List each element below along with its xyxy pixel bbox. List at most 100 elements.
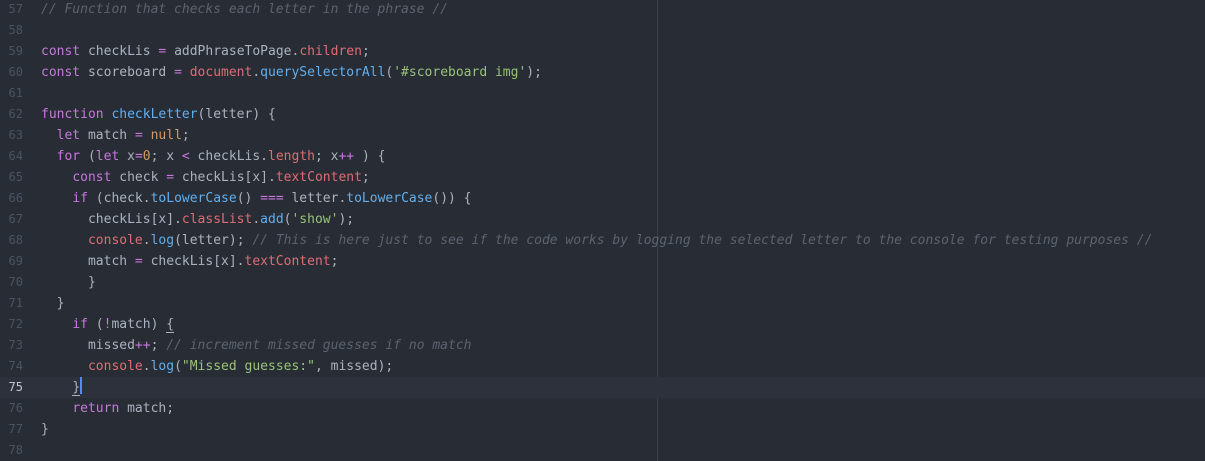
code-token: if xyxy=(72,317,88,332)
code-line[interactable]: 67 checkLis[x].classList.add('show'); xyxy=(0,209,1205,230)
code-token: } xyxy=(41,296,65,311)
code-token: log xyxy=(150,233,175,248)
code-token: 'show' xyxy=(291,212,339,227)
code-line[interactable]: 64 for (let x=0; x < checkLis.length; x+… xyxy=(0,146,1205,167)
line-number: 74 xyxy=(8,359,23,373)
code-token: querySelectorAll xyxy=(260,65,386,80)
code-line[interactable]: 58 xyxy=(0,20,1205,41)
code-token: ); xyxy=(338,212,355,227)
code-token: ; x xyxy=(314,149,339,164)
code-line[interactable]: 71 } xyxy=(0,293,1205,314)
code-token: const xyxy=(41,65,81,80)
code-token: check xyxy=(111,170,167,185)
line-code[interactable]: const check = checkLis[x].textContent; xyxy=(41,167,369,188)
line-number: 71 xyxy=(8,296,23,310)
code-comment: // increment missed guesses if no match xyxy=(166,338,472,353)
code-comment: // This is here just to see if the code … xyxy=(252,233,1153,248)
line-number: 58 xyxy=(8,23,23,37)
code-line[interactable]: 70 } xyxy=(0,272,1205,293)
line-number: 68 xyxy=(8,233,23,247)
code-token: (letter); xyxy=(174,233,253,248)
line-code[interactable]: } xyxy=(41,293,65,314)
line-number: 75 xyxy=(8,380,23,394)
code-token: match xyxy=(80,128,135,143)
code-line[interactable]: 68 console.log(letter); // This is here … xyxy=(0,230,1205,251)
line-code[interactable]: checkLis[x].classList.add('show'); xyxy=(41,209,354,230)
line-code[interactable]: let match = null; xyxy=(41,125,190,146)
code-token: checkLetter xyxy=(111,107,198,122)
code-token: "Missed guesses:" xyxy=(181,359,315,374)
line-number: 57 xyxy=(8,2,23,16)
line-code[interactable]: const checkLis = addPhraseToPage.childre… xyxy=(41,41,370,62)
text-cursor xyxy=(80,377,83,394)
line-code[interactable]: function checkLetter(letter) { xyxy=(41,104,276,125)
code-token: ; xyxy=(330,254,339,269)
code-token: const xyxy=(41,44,81,59)
code-token: . xyxy=(142,359,151,374)
code-token: ) { xyxy=(354,149,386,164)
code-token: function xyxy=(41,107,104,122)
line-number: 70 xyxy=(8,275,23,289)
code-editor[interactable]: 57 // Function that checks each letter in… xyxy=(0,0,1205,461)
code-token: letter. xyxy=(283,191,347,206)
code-line[interactable]: 62 function checkLetter(letter) { xyxy=(0,104,1205,125)
code-token: ( xyxy=(87,317,104,332)
code-line[interactable]: 76 return match; xyxy=(0,398,1205,419)
code-token: . xyxy=(142,233,151,248)
line-code[interactable]: } xyxy=(41,377,83,398)
line-number: 61 xyxy=(8,86,23,100)
code-lines[interactable]: 57 // Function that checks each letter in… xyxy=(0,0,1205,461)
code-line[interactable]: 61 xyxy=(0,83,1205,104)
code-token: } xyxy=(41,275,96,290)
line-number: 60 xyxy=(8,65,23,79)
line-code[interactable]: for (let x=0; x < checkLis.length; x++ )… xyxy=(41,146,386,167)
code-token: console xyxy=(87,233,143,248)
line-code[interactable]: if (!match) { xyxy=(41,314,175,335)
line-code[interactable]: console.log(letter); // This is here jus… xyxy=(41,230,1152,251)
code-line[interactable]: 69 match = checkLis[x].textContent; xyxy=(0,251,1205,272)
code-line[interactable]: 78 xyxy=(0,440,1205,461)
code-line[interactable]: 75 } xyxy=(0,377,1205,398)
line-code[interactable]: return match; xyxy=(41,398,174,419)
code-token: ; xyxy=(150,338,167,353)
code-token: ); xyxy=(526,65,542,80)
line-code[interactable]: console.log("Missed guesses:", missed); xyxy=(41,356,393,377)
code-line[interactable]: 77} xyxy=(0,419,1205,440)
line-code[interactable]: // Function that checks each letter in t… xyxy=(41,0,448,20)
code-token: = xyxy=(134,149,143,164)
code-token: toLowerCase xyxy=(346,191,433,206)
line-code[interactable]: missed++; // increment missed guesses if… xyxy=(41,335,472,356)
code-line[interactable]: 65 const check = checkLis[x].textContent… xyxy=(0,167,1205,188)
code-line[interactable]: 74 console.log("Missed guesses:", missed… xyxy=(0,356,1205,377)
code-token: ++ xyxy=(338,149,355,164)
code-line[interactable]: 59 const checkLis = addPhraseToPage.child… xyxy=(0,41,1205,62)
code-token: ; xyxy=(361,44,370,59)
code-token: } xyxy=(41,422,49,437)
code-token: , missed); xyxy=(314,359,394,374)
code-token: toLowerCase xyxy=(150,191,237,206)
line-number: 67 xyxy=(8,212,23,226)
code-line[interactable]: 72 if (!match) { xyxy=(0,314,1205,335)
line-code[interactable]: } xyxy=(41,419,49,440)
code-token: ; x xyxy=(150,149,182,164)
line-code[interactable]: } xyxy=(41,272,96,293)
code-token: } xyxy=(72,380,81,396)
code-token: '#scoreboard img' xyxy=(393,65,527,80)
code-token: document xyxy=(189,65,253,80)
line-number: 76 xyxy=(8,401,23,415)
line-code[interactable]: match = checkLis[x].textContent; xyxy=(41,251,338,272)
line-code[interactable]: const scoreboard = document.querySelecto… xyxy=(41,62,542,83)
code-token: 0 xyxy=(142,149,151,164)
code-token: match; xyxy=(119,401,175,416)
code-line[interactable]: 66 if (check.toLowerCase() === letter.to… xyxy=(0,188,1205,209)
code-token: let xyxy=(56,128,81,143)
code-line[interactable]: 60 const scoreboard = document.querySelec… xyxy=(0,62,1205,83)
code-line[interactable]: 57 // Function that checks each letter in… xyxy=(0,0,1205,20)
code-line[interactable]: 73 missed++; // increment missed guesses… xyxy=(0,335,1205,356)
code-token: checkLis[x]. xyxy=(41,212,182,227)
line-code[interactable]: if (check.toLowerCase() === letter.toLow… xyxy=(41,188,471,209)
code-line[interactable]: 63 let match = null; xyxy=(0,125,1205,146)
